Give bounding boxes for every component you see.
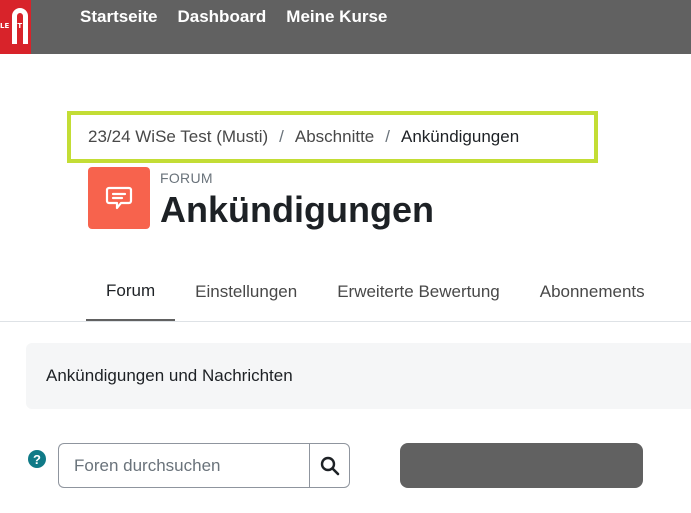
top-navbar: LE UT Startseite Dashboard Meine Kurse: [0, 0, 691, 54]
page-title: Ankündigungen: [160, 189, 434, 230]
tab-abonnements[interactable]: Abonnements: [520, 262, 665, 322]
site-logo[interactable]: LE UT: [0, 0, 31, 54]
tab-forum[interactable]: Forum: [86, 262, 176, 322]
breadcrumb-separator: /: [279, 127, 284, 146]
search-button[interactable]: [309, 443, 350, 488]
logo-letter-mark: [12, 8, 28, 44]
breadcrumb-item-sections[interactable]: Abschnitte: [295, 127, 374, 147]
nav-link-startseite[interactable]: Startseite: [80, 7, 157, 27]
primary-navigation: Startseite Dashboard Meine Kurse: [80, 0, 407, 34]
forum-chat-icon: [88, 167, 150, 229]
breadcrumb-separator: /: [385, 127, 390, 146]
breadcrumb: 23/24 WiSe Test (Musti) / Abschnitte / A…: [67, 111, 598, 163]
search-icon: [320, 456, 339, 475]
forum-search-input[interactable]: [58, 443, 309, 488]
forum-search-group: [58, 443, 350, 488]
tab-einstellungen[interactable]: Einstellungen: [175, 262, 317, 322]
forum-intro-text: Ankündigungen und Nachrichten: [46, 366, 293, 385]
forum-intro-box: Ankündigungen und Nachrichten: [26, 343, 691, 409]
nav-link-dashboard[interactable]: Dashboard: [177, 7, 266, 27]
tab-erweiterte-bewertung[interactable]: Erweiterte Bewertung: [317, 262, 520, 322]
activity-type-label: FORUM: [160, 170, 213, 186]
breadcrumb-item-course[interactable]: 23/24 WiSe Test (Musti): [88, 127, 268, 147]
breadcrumb-item-current: Ankündigungen: [401, 127, 520, 146]
tabs-divider: [0, 321, 691, 322]
help-icon[interactable]: ?: [28, 450, 46, 468]
nav-link-meine-kurse[interactable]: Meine Kurse: [286, 7, 387, 27]
secondary-navigation-tabs: Forum Einstellungen Erweiterte Bewertung…: [86, 262, 665, 322]
obscured-action-button[interactable]: [400, 443, 643, 488]
